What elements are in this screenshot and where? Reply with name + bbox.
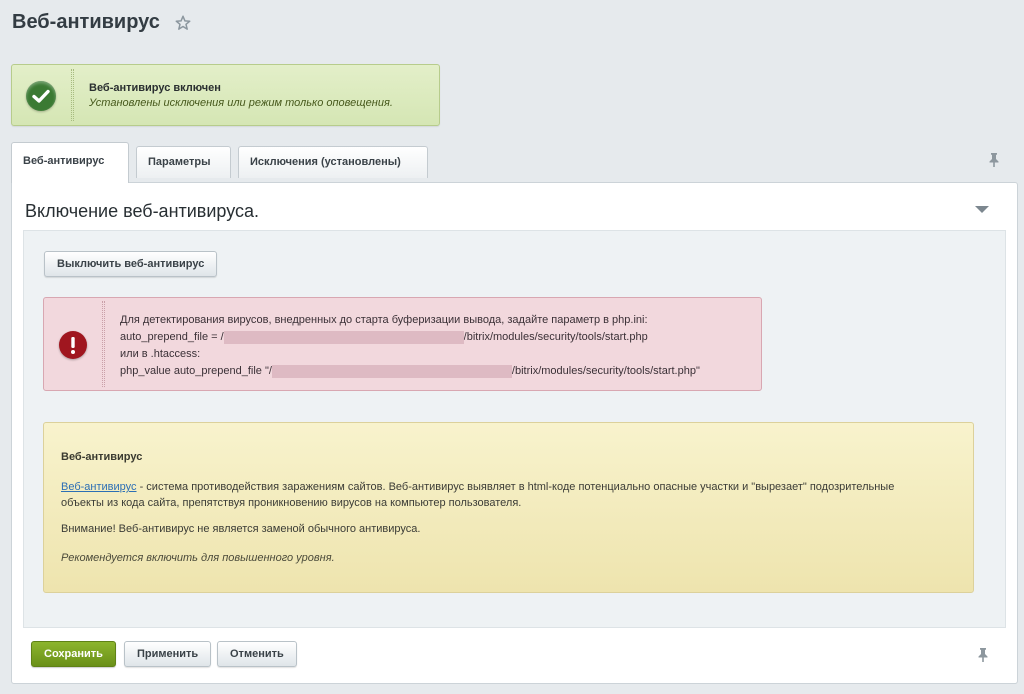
exclamation-circle-icon: [59, 331, 87, 359]
info-box: Веб-антивирус Веб-антивирус - система пр…: [43, 422, 974, 593]
tab-exceptions[interactable]: Исключения (установлены): [238, 146, 428, 178]
cancel-button[interactable]: Отменить: [217, 641, 297, 667]
error-line-4-prefix: php_value auto_prepend_file "/: [120, 365, 272, 377]
error-line-4: php_value auto_prepend_file "/ /bitrix/mo…: [120, 363, 700, 380]
apply-button[interactable]: Применить: [124, 641, 212, 667]
status-notification: Веб-антивирус включен Установлены исключ…: [11, 64, 440, 126]
status-description: Установлены исключения или режим только …: [89, 97, 393, 109]
error-message: Для детектирования вирусов, внедренных д…: [43, 297, 762, 391]
triangle-down-icon[interactable]: [974, 203, 990, 215]
info-description: Веб-антивирус - система противодействия …: [61, 479, 921, 511]
info-link[interactable]: Веб-антивирус: [61, 481, 137, 493]
page-title: Веб-антивирус: [12, 11, 192, 34]
star-icon[interactable]: [174, 14, 192, 32]
pin-icon[interactable]: [987, 152, 1001, 168]
status-title: Веб-антивирус включен: [89, 82, 221, 94]
disable-antivirus-button[interactable]: Выключить веб-антивирус: [44, 251, 218, 277]
section-title: Включение веб-антивируса.: [25, 201, 260, 221]
info-recommendation: Рекомендуется включить для повышенного у…: [61, 552, 335, 564]
redacted-path: [271, 365, 512, 378]
error-line-2-prefix: auto_prepend_file = /: [120, 331, 224, 343]
redacted-path: [223, 331, 464, 344]
check-circle-icon: [26, 81, 56, 111]
info-warning: Внимание! Веб-антивирус не является заме…: [61, 523, 421, 535]
page-title-text: Веб-антивирус: [12, 11, 160, 33]
tab-web-antivirus[interactable]: Веб-антивирус: [11, 142, 129, 183]
error-line-1: Для детектирования вирусов, внедренных д…: [120, 314, 648, 326]
content-panel: Включение веб-антивируса. Выключить веб-…: [11, 182, 1018, 684]
status-divider: [71, 69, 74, 121]
tab-parameters[interactable]: Параметры: [136, 146, 231, 178]
error-line-2: auto_prepend_file = / /bitrix/modules/sec…: [120, 329, 700, 346]
error-line-4-suffix: /bitrix/modules/security/tools/start.php…: [511, 365, 700, 377]
pin-icon[interactable]: [976, 647, 990, 663]
error-divider: [102, 301, 105, 387]
error-line-2-suffix: /bitrix/modules/security/tools/start.php: [463, 331, 648, 343]
error-text: Для детектирования вирусов, внедренных д…: [120, 312, 700, 380]
save-button[interactable]: Сохранить: [31, 641, 116, 667]
error-line-3: или в .htaccess:: [120, 348, 201, 360]
section-body: Выключить веб-антивирус Для детектирован…: [23, 230, 1006, 628]
info-description-text: - система противодействия заражениям сай…: [61, 481, 895, 509]
info-title: Веб-антивирус: [61, 451, 143, 463]
